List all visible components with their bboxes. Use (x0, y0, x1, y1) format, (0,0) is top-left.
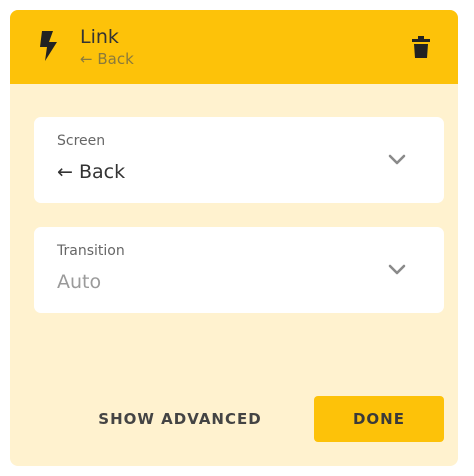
lightning-bolt-icon (40, 31, 57, 61)
transition-label: Transition (57, 243, 125, 259)
screen-value: ← Back (57, 161, 126, 183)
show-advanced-button[interactable]: SHOW ADVANCED (90, 396, 270, 442)
transition-value: Auto (57, 271, 102, 293)
panel-title: Link (80, 26, 119, 48)
link-panel: Link ← Back Screen ← Back Transition Aut… (10, 10, 458, 466)
trash-icon[interactable] (412, 36, 430, 58)
transition-select[interactable]: Transition Auto (34, 227, 444, 313)
chevron-down-icon (388, 154, 406, 165)
screen-select[interactable]: Screen ← Back (34, 117, 444, 203)
chevron-down-icon (388, 264, 406, 275)
panel-header: Link ← Back (10, 10, 458, 84)
done-button[interactable]: DONE (314, 396, 444, 442)
panel-subtitle: ← Back (80, 50, 134, 68)
screen-label: Screen (57, 133, 106, 149)
